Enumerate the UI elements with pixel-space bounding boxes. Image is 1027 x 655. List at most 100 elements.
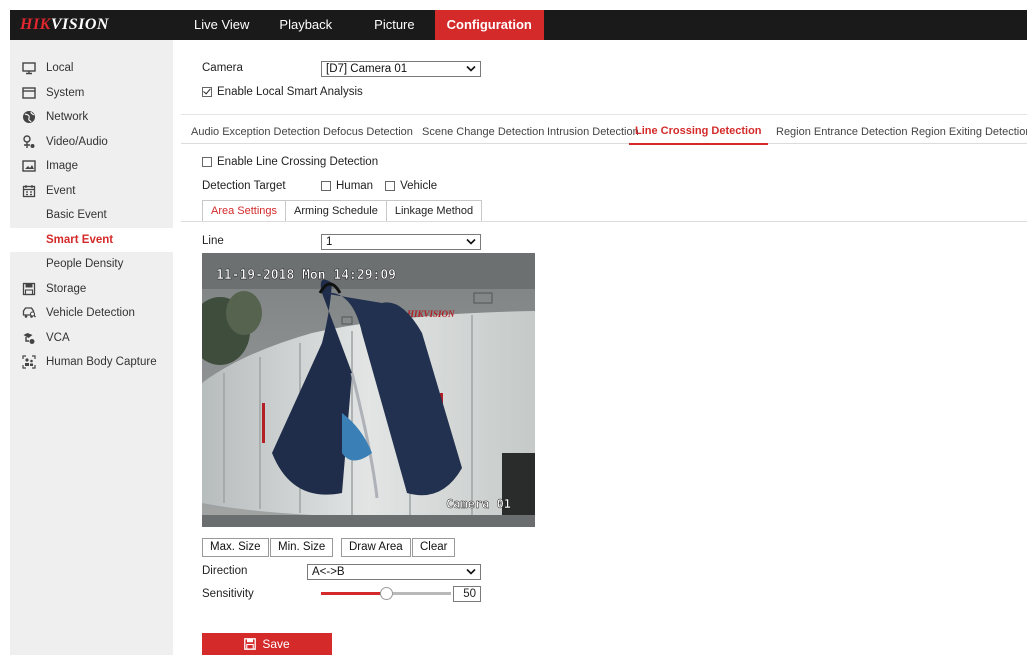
sidebar-item-label: VCA: [46, 331, 70, 344]
storage-icon: [22, 282, 36, 295]
save-icon: [244, 638, 257, 650]
camera-label: Camera: [202, 62, 243, 74]
sidebar-item-storage[interactable]: Storage: [10, 277, 173, 302]
sidebar-item-vehicle-detection[interactable]: Vehicle Detection: [10, 301, 173, 326]
sensitivity-slider-fill: [321, 592, 386, 595]
save-button-label: Save: [262, 637, 290, 651]
human-body-capture-icon: [22, 355, 36, 369]
enable-local-smart-analysis-checkbox[interactable]: [202, 87, 212, 97]
sidebar-item-label: Basic Event: [46, 209, 107, 222]
tab-line-crossing-detection[interactable]: Line Crossing Detection: [629, 115, 768, 145]
hikvision-logo: HIKVISION: [20, 16, 109, 33]
vehicle-label: Vehicle: [400, 180, 438, 192]
detection-target-options: Human Vehicle: [321, 180, 437, 192]
line-row: Line: [202, 235, 224, 247]
nav-playback[interactable]: Playback: [267, 10, 344, 40]
video-audio-icon: [23, 135, 35, 148]
sidebar-item-label: People Density: [46, 258, 124, 271]
direction-label: Direction: [202, 565, 248, 577]
direction-row: Direction: [202, 565, 247, 577]
sensitivity-row: Sensitivity: [202, 588, 254, 600]
camera-row: Camera: [202, 62, 243, 74]
tab-scene-change-detection[interactable]: Scene Change Detection: [422, 115, 544, 145]
subtab-arming-schedule[interactable]: Arming Schedule: [285, 200, 386, 222]
monitor-icon: [22, 62, 36, 75]
sidebar-item-vca[interactable]: VCA: [10, 326, 173, 351]
sidebar-item-label: Vehicle Detection: [46, 307, 135, 320]
draw-area-button[interactable]: Draw Area: [341, 538, 411, 557]
calendar-icon: [22, 184, 36, 197]
line-select-value: 1: [326, 236, 333, 248]
cabinet-brand-text: HIKVISION: [406, 309, 455, 319]
sidebar-item-video-audio[interactable]: Video/Audio: [10, 130, 173, 155]
sensitivity-value-input[interactable]: 50: [453, 586, 481, 602]
enable-line-crossing-label: Enable Line Crossing Detection: [217, 156, 379, 168]
human-label: Human: [336, 180, 374, 192]
sidebar-item-label: System: [46, 86, 85, 99]
detection-target-label: Detection Target: [202, 180, 286, 192]
tab-intrusion-detection[interactable]: Intrusion Detection: [547, 115, 639, 145]
main-nav: Live View Playback Picture Configuration: [178, 10, 544, 40]
vehicle-detection-icon: [22, 307, 36, 319]
tab-region-exiting-detection[interactable]: Region Exiting Detection: [911, 115, 1027, 145]
sidebar-item-label: Network: [46, 111, 89, 124]
main-content: Camera [D7] Camera 01 Enable Local Smart…: [173, 40, 1027, 655]
sidebar-item-network[interactable]: Network: [10, 105, 173, 130]
sidebar-item-label: Image: [46, 160, 78, 173]
top-navigation-bar: HIKVISION Live View Playback Picture Con…: [10, 10, 1027, 40]
tab-defocus-detection[interactable]: Defocus Detection: [323, 115, 413, 145]
line-label: Line: [202, 235, 224, 247]
enable-line-crossing-checkbox[interactable]: [202, 157, 212, 167]
min-size-button[interactable]: Min. Size: [270, 538, 334, 557]
enable-line-crossing-row: Enable Line Crossing Detection: [202, 156, 378, 168]
nav-configuration[interactable]: Configuration: [434, 10, 544, 40]
sidebar-item-label: Human Body Capture: [46, 356, 157, 369]
vehicle-checkbox[interactable]: [385, 181, 396, 191]
nav-picture[interactable]: Picture: [362, 10, 426, 40]
sidebar-item-people-density[interactable]: People Density: [10, 252, 173, 277]
video-preview[interactable]: HIKVISION 11-19-2018 Mon 14:29:09 Camera…: [202, 253, 535, 527]
human-checkbox[interactable]: [321, 181, 331, 191]
sidebar-item-smart-event[interactable]: Smart Event: [10, 227, 173, 252]
detection-tabs: Audio Exception Detection Defocus Detect…: [181, 114, 1027, 145]
sidebar-item-basic-event[interactable]: Basic Event: [10, 203, 173, 228]
tab-audio-exception-detection[interactable]: Audio Exception Detection: [191, 115, 320, 145]
sidebar-item-local[interactable]: Local: [10, 56, 173, 81]
camera-select-value: [D7] Camera 01: [326, 63, 408, 75]
direction-select-value: A<->B: [312, 566, 345, 578]
nav-live-view[interactable]: Live View: [182, 10, 261, 40]
sidebar-item-label: Local: [46, 62, 74, 75]
sensitivity-label: Sensitivity: [202, 588, 254, 600]
subtab-linkage-method[interactable]: Linkage Method: [385, 200, 483, 222]
system-window-icon: [22, 87, 36, 99]
clear-button[interactable]: Clear: [412, 538, 456, 557]
camera-select[interactable]: [D7] Camera 01: [321, 61, 481, 77]
sidebar-item-system[interactable]: System: [10, 81, 173, 106]
sidebar-item-label: Event: [46, 184, 76, 197]
chevron-down-icon: [466, 238, 476, 245]
sidebar-item-human-body-capture[interactable]: Human Body Capture: [10, 350, 173, 375]
sensitivity-slider-handle[interactable]: [380, 587, 393, 600]
image-icon: [22, 160, 36, 172]
settings-subtabs: Area Settings Arming Schedule Linkage Me…: [202, 200, 483, 222]
direction-select[interactable]: A<->B: [307, 564, 481, 580]
max-size-button[interactable]: Max. Size: [202, 538, 269, 557]
sidebar: Local System Network Video/Audio Image E…: [10, 40, 173, 655]
video-camera-name: Camera 01: [446, 497, 511, 511]
sidebar-item-image[interactable]: Image: [10, 154, 173, 179]
tab-region-entrance-detection[interactable]: Region Entrance Detection: [776, 115, 907, 145]
line-select[interactable]: 1: [321, 234, 481, 250]
enable-local-smart-analysis-label: Enable Local Smart Analysis: [217, 86, 363, 98]
sidebar-item-label: Storage: [46, 282, 87, 295]
chevron-down-icon: [466, 568, 476, 575]
save-button[interactable]: Save: [202, 633, 332, 655]
sidebar-item-label: Smart Event: [46, 233, 114, 246]
vca-icon: [23, 332, 35, 344]
sidebar-item-event[interactable]: Event: [10, 179, 173, 204]
subtab-divider: [181, 221, 1027, 222]
subtab-area-settings[interactable]: Area Settings: [202, 200, 286, 222]
sensitivity-slider[interactable]: [321, 587, 451, 600]
video-timestamp: 11-19-2018 Mon 14:29:09: [216, 268, 396, 283]
globe-icon: [23, 111, 35, 124]
local-smart-analysis-row: Enable Local Smart Analysis: [202, 86, 363, 98]
